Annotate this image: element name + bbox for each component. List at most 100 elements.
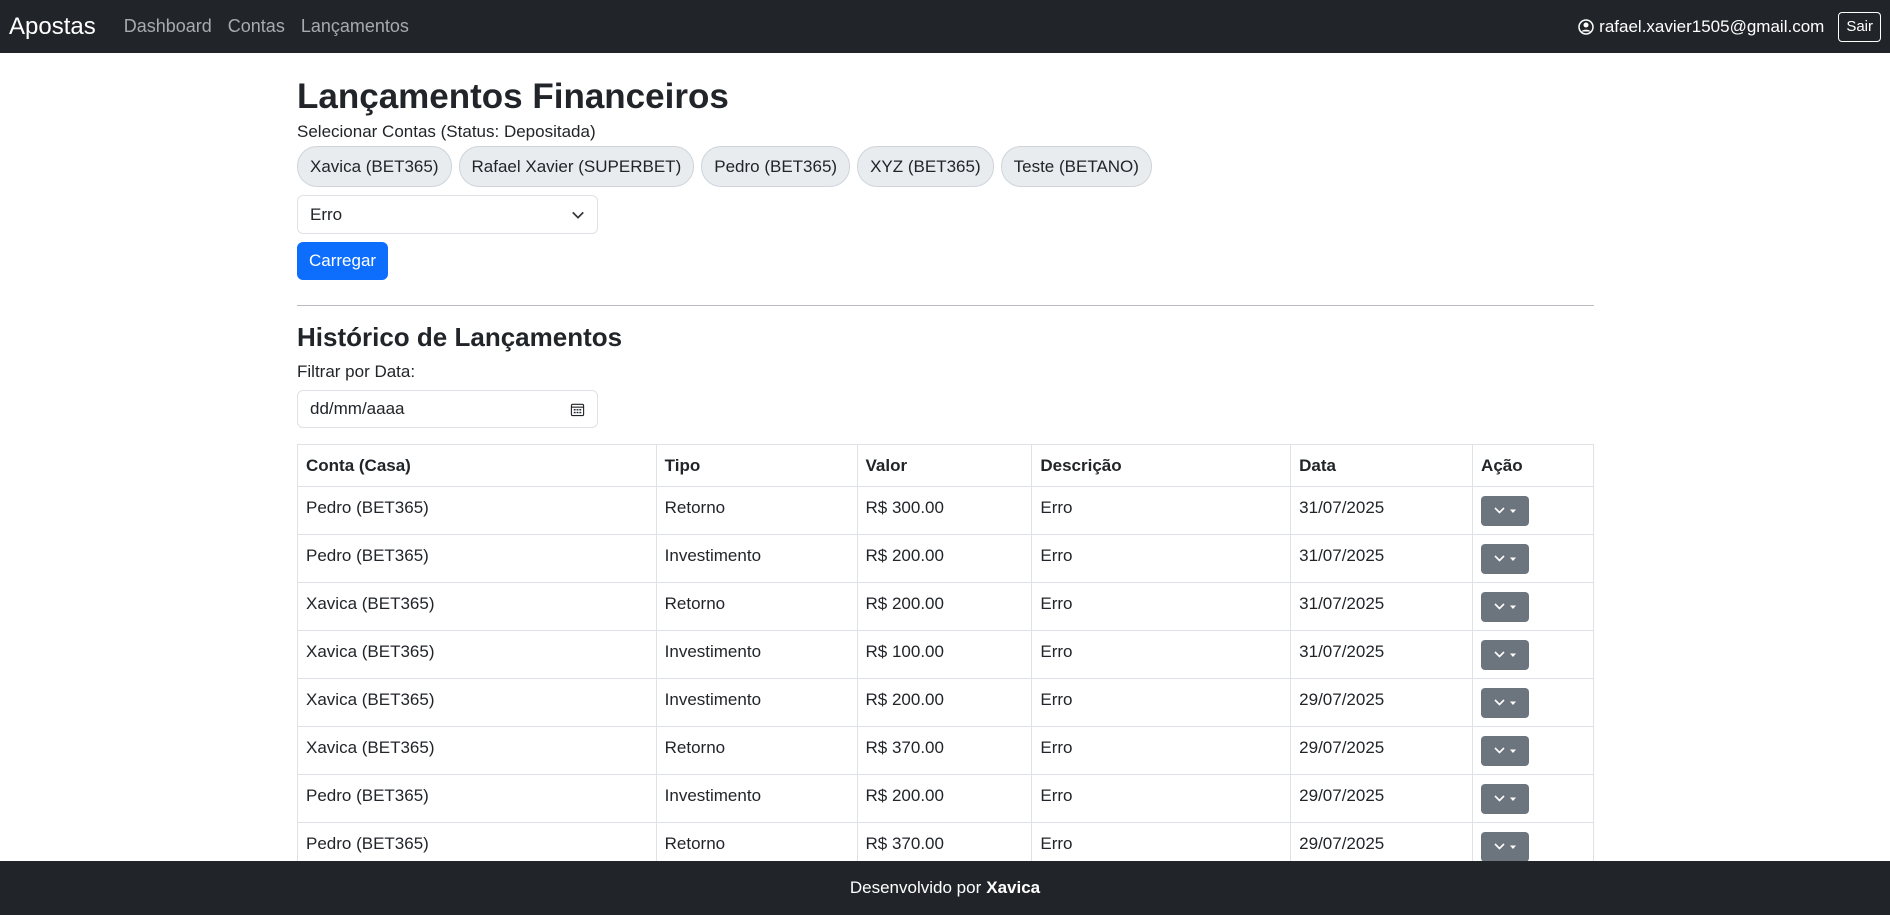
cell-account: Xavica (BET365)	[297, 726, 657, 776]
cell-account: Xavica (BET365)	[297, 582, 657, 632]
account-pill-teste[interactable]: Teste (BETANO)	[1000, 146, 1152, 187]
chevron-down-caret-icon	[1494, 795, 1517, 802]
calendar-icon[interactable]	[570, 402, 585, 417]
nav-link-contas[interactable]: Contas	[228, 16, 285, 37]
main-container: Lançamentos Financeiros Selecionar Conta…	[297, 53, 1594, 872]
cell-description: Erro	[1031, 774, 1292, 824]
logout-button[interactable]: Sair	[1838, 11, 1881, 42]
chevron-down-caret-icon	[1494, 507, 1517, 514]
cell-account: Pedro (BET365)	[297, 534, 657, 584]
table-header-row: Conta (Casa) Tipo Valor Descrição Data A…	[297, 444, 1594, 488]
navbar: Apostas Dashboard Contas Lançamentos raf…	[0, 0, 1890, 53]
date-filter-input[interactable]: dd/mm/aaaa	[297, 390, 598, 429]
cell-type: Retorno	[655, 582, 858, 632]
chevron-down-caret-icon	[1494, 603, 1517, 610]
action-dropdown-button[interactable]	[1481, 736, 1530, 767]
type-select[interactable]: Erro	[297, 195, 598, 234]
cell-date: 31/07/2025	[1290, 582, 1474, 632]
chevron-down-caret-icon	[1494, 843, 1517, 850]
col-header-value: Valor	[856, 444, 1033, 488]
chevron-down-icon	[572, 211, 584, 219]
footer: Desenvolvido por Xavica	[0, 861, 1890, 915]
chevron-down-caret-icon	[1494, 747, 1517, 754]
account-pill-xyz[interactable]: XYZ (BET365)	[857, 146, 994, 187]
cell-value: R$ 200.00	[856, 774, 1033, 824]
cell-type: Retorno	[655, 726, 858, 776]
col-header-account: Conta (Casa)	[297, 444, 657, 488]
divider	[297, 305, 1594, 306]
brand[interactable]: Apostas	[9, 13, 96, 41]
account-pill-pedro[interactable]: Pedro (BET365)	[701, 146, 851, 187]
cell-value: R$ 200.00	[856, 534, 1033, 584]
date-placeholder: dd/mm/aaaa	[310, 399, 405, 419]
type-select-value: Erro	[310, 204, 343, 224]
cell-type: Investimento	[655, 774, 858, 824]
cell-action	[1472, 534, 1594, 584]
col-header-type: Tipo	[655, 444, 858, 488]
user-email: rafael.xavier1505@gmail.com	[1599, 16, 1825, 36]
cell-action	[1472, 630, 1594, 680]
cell-action	[1472, 726, 1594, 776]
col-header-date: Data	[1290, 444, 1474, 488]
select-accounts-label: Selecionar Contas (Status: Depositada)	[297, 122, 596, 141]
cell-type: Investimento	[655, 678, 858, 728]
table-row: Pedro (BET365) Investimento R$ 200.00 Er…	[297, 774, 1594, 824]
cell-value: R$ 200.00	[856, 678, 1033, 728]
action-dropdown-button[interactable]	[1481, 832, 1530, 863]
cell-type: Retorno	[655, 486, 858, 536]
account-pill-rafael[interactable]: Rafael Xavier (SUPERBET)	[458, 146, 695, 187]
cell-date: 31/07/2025	[1290, 534, 1474, 584]
cell-description: Erro	[1031, 486, 1292, 536]
cell-value: R$ 100.00	[856, 630, 1033, 680]
nav-link-lancamentos[interactable]: Lançamentos	[301, 16, 409, 37]
cell-description: Erro	[1031, 726, 1292, 776]
cell-date: 29/07/2025	[1290, 726, 1474, 776]
col-header-description: Descrição	[1031, 444, 1292, 488]
action-dropdown-button[interactable]	[1481, 592, 1530, 623]
cell-value: R$ 200.00	[856, 582, 1033, 632]
cell-description: Erro	[1031, 678, 1292, 728]
cell-date: 29/07/2025	[1290, 678, 1474, 728]
user-info: rafael.xavier1505@gmail.com	[1578, 17, 1824, 37]
history-table: Conta (Casa) Tipo Valor Descrição Data A…	[297, 444, 1594, 872]
table-row: Xavica (BET365) Retorno R$ 370.00 Erro 2…	[297, 726, 1594, 776]
cell-value: R$ 370.00	[856, 726, 1033, 776]
date-filter-label: Filtrar por Data:	[297, 362, 416, 382]
cell-description: Erro	[1031, 534, 1292, 584]
table-row: Xavica (BET365) Investimento R$ 200.00 E…	[297, 678, 1594, 728]
nav-right: rafael.xavier1505@gmail.com Sair	[1578, 11, 1881, 42]
account-pills: Xavica (BET365) Rafael Xavier (SUPERBET)…	[297, 146, 1594, 187]
nav-link-dashboard[interactable]: Dashboard	[124, 16, 212, 37]
user-circle-icon	[1578, 18, 1594, 35]
cell-description: Erro	[1031, 630, 1292, 680]
cell-date: 31/07/2025	[1290, 486, 1474, 536]
table-row: Xavica (BET365) Investimento R$ 100.00 E…	[297, 630, 1594, 680]
account-pill-xavica[interactable]: Xavica (BET365)	[297, 146, 452, 187]
chevron-down-caret-icon	[1494, 699, 1517, 706]
col-header-action: Ação	[1472, 444, 1594, 488]
cell-type: Investimento	[655, 534, 858, 584]
action-dropdown-button[interactable]	[1481, 688, 1530, 719]
page-title: Lançamentos Financeiros	[297, 77, 729, 116]
cell-type: Investimento	[655, 630, 858, 680]
action-dropdown-button[interactable]	[1481, 640, 1530, 671]
action-dropdown-button[interactable]	[1481, 544, 1530, 575]
cell-action	[1472, 678, 1594, 728]
chevron-down-caret-icon	[1494, 651, 1517, 658]
cell-account: Xavica (BET365)	[297, 678, 657, 728]
footer-author: Xavica	[986, 878, 1041, 897]
cell-account: Xavica (BET365)	[297, 630, 657, 680]
cell-action	[1472, 486, 1594, 536]
chevron-down-caret-icon	[1494, 555, 1517, 562]
load-button[interactable]: Carregar	[297, 242, 389, 280]
table-row: Pedro (BET365) Investimento R$ 200.00 Er…	[297, 534, 1594, 584]
table-row: Xavica (BET365) Retorno R$ 200.00 Erro 3…	[297, 582, 1594, 632]
cell-description: Erro	[1031, 582, 1292, 632]
history-title: Histórico de Lançamentos	[297, 322, 623, 352]
action-dropdown-button[interactable]	[1481, 496, 1530, 527]
footer-text: Desenvolvido por	[849, 878, 982, 897]
cell-date: 31/07/2025	[1290, 630, 1474, 680]
cell-date: 29/07/2025	[1290, 774, 1474, 824]
action-dropdown-button[interactable]	[1481, 784, 1530, 815]
cell-account: Pedro (BET365)	[297, 774, 657, 824]
